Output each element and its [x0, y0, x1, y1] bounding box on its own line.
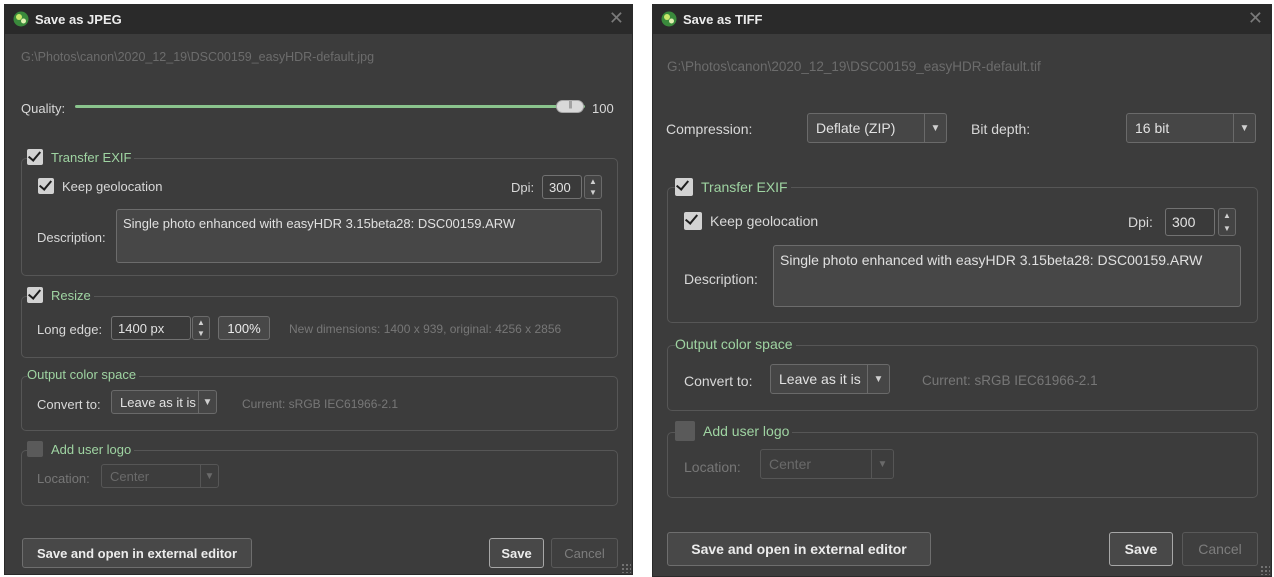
chevron-down-icon: ▼	[1233, 114, 1255, 142]
save-button[interactable]: Save	[1109, 532, 1173, 566]
dialog-title: Save as TIFF	[683, 12, 763, 27]
save-and-open-external-button[interactable]: Save and open in external editor	[22, 538, 252, 568]
resize-grip-icon[interactable]	[621, 563, 631, 573]
user-logo-label: Add user logo	[51, 441, 132, 457]
checkbox-unchecked-icon	[27, 441, 43, 457]
keep-geolocation-checkbox[interactable]: Keep geolocation	[684, 212, 821, 230]
save-tiff-dialog: Save as TIFF ✕ G:\Photos\canon\2020_12_1…	[652, 4, 1272, 577]
dimensions-info: New dimensions: 1400 x 939, original: 42…	[289, 322, 562, 336]
location-value: Center	[769, 456, 812, 472]
title-bar[interactable]: Save as JPEG ✕	[5, 5, 632, 34]
check-icon	[684, 212, 702, 230]
bit-depth-label: Bit depth:	[971, 121, 1031, 137]
description-label: Description:	[37, 230, 106, 245]
check-icon	[38, 178, 54, 194]
output-color-space-legend: Output color space	[675, 336, 796, 352]
chevron-down-icon: ▼	[200, 465, 218, 487]
user-logo-checkbox[interactable]: Add user logo	[675, 421, 793, 441]
chevron-down-icon: ▼	[871, 450, 893, 478]
location-select[interactable]: Center ▼	[760, 449, 894, 479]
description-textarea[interactable]: Single photo enhanced with easyHDR 3.15b…	[116, 209, 602, 263]
compression-label: Compression:	[666, 121, 753, 137]
convert-to-value: Leave as it is	[120, 395, 196, 410]
convert-to-select[interactable]: Leave as it is ▼	[111, 390, 217, 414]
chevron-down-icon: ▼	[198, 391, 216, 413]
keep-geolocation-label: Keep geolocation	[710, 213, 819, 229]
checkbox-unchecked-icon	[675, 421, 695, 441]
location-label: Location:	[37, 471, 90, 486]
cancel-button[interactable]: Cancel	[1182, 532, 1258, 566]
compression-select[interactable]: Deflate (ZIP) ▼	[807, 113, 947, 143]
chevron-down-icon: ▼	[867, 365, 889, 393]
convert-to-label: Convert to:	[684, 373, 753, 389]
bit-depth-value: 16 bit	[1135, 120, 1170, 136]
resize-grip-icon[interactable]	[1260, 565, 1270, 575]
resize-checkbox[interactable]: Resize	[27, 287, 94, 303]
output-color-space-label: Output color space	[675, 336, 793, 352]
output-color-space-legend: Output color space	[27, 367, 140, 382]
bit-depth-select[interactable]: 16 bit ▼	[1126, 113, 1256, 143]
dpi-spin-arrows-icon[interactable]: ▲ ▼	[1218, 208, 1236, 236]
convert-to-select[interactable]: Leave as it is ▼	[770, 364, 890, 394]
file-path: G:\Photos\canon\2020_12_19\DSC00159_easy…	[21, 50, 375, 64]
dpi-input[interactable]: 300	[1165, 208, 1215, 236]
quality-value: 100	[592, 101, 614, 116]
user-logo-checkbox[interactable]: Add user logo	[27, 441, 135, 457]
user-logo-label: Add user logo	[703, 423, 790, 439]
location-value: Center	[110, 469, 150, 484]
long-edge-input[interactable]: 1400 px	[111, 316, 191, 340]
description-label: Description:	[684, 271, 758, 287]
dialog-title: Save as JPEG	[35, 12, 122, 27]
check-icon	[675, 178, 693, 196]
transfer-exif-checkbox[interactable]: Transfer EXIF	[675, 178, 791, 196]
transfer-exif-checkbox[interactable]: Transfer EXIF	[27, 149, 135, 165]
easyhdr-app-icon	[13, 11, 29, 27]
cancel-button[interactable]: Cancel	[551, 538, 618, 568]
keep-geolocation-label: Keep geolocation	[62, 178, 163, 194]
check-icon	[27, 149, 43, 165]
transfer-exif-label: Transfer EXIF	[51, 149, 132, 165]
slider-track[interactable]	[75, 105, 585, 108]
chevron-down-icon: ▼	[924, 114, 946, 142]
save-jpeg-dialog: Save as JPEG ✕ G:\Photos\canon\2020_12_1…	[4, 4, 633, 575]
close-icon[interactable]: ✕	[609, 8, 624, 29]
dpi-spin-arrows-icon[interactable]: ▲ ▼	[584, 175, 602, 199]
description-textarea[interactable]: Single photo enhanced with easyHDR 3.15b…	[773, 245, 1241, 307]
compression-value: Deflate (ZIP)	[816, 120, 896, 136]
location-select[interactable]: Center ▼	[101, 464, 219, 488]
transfer-exif-label: Transfer EXIF	[701, 179, 788, 195]
user-logo-group	[667, 432, 1258, 498]
location-label: Location:	[684, 459, 741, 475]
convert-to-label: Convert to:	[37, 397, 101, 412]
check-icon	[27, 287, 43, 303]
title-bar[interactable]: Save as TIFF ✕	[653, 5, 1271, 34]
dpi-input[interactable]: 300	[542, 175, 582, 199]
slider-handle[interactable]	[556, 100, 584, 113]
output-color-space-label: Output color space	[27, 367, 137, 382]
long-edge-label: Long edge:	[37, 322, 103, 337]
keep-geolocation-checkbox[interactable]: Keep geolocation	[38, 178, 165, 194]
quality-label: Quality:	[21, 101, 66, 116]
close-icon[interactable]: ✕	[1248, 8, 1263, 29]
current-color-space: Current: sRGB IEC61966-2.1	[242, 397, 399, 411]
save-button[interactable]: Save	[489, 538, 544, 568]
save-and-open-external-button[interactable]: Save and open in external editor	[667, 532, 931, 566]
percent-button[interactable]: 100%	[218, 316, 270, 340]
dpi-label: Dpi:	[511, 180, 535, 195]
long-edge-spin-arrows-icon[interactable]: ▲ ▼	[192, 316, 210, 340]
convert-to-value: Leave as it is	[779, 371, 861, 387]
file-path: G:\Photos\canon\2020_12_19\DSC00159_easy…	[667, 59, 1041, 74]
resize-label: Resize	[51, 287, 91, 303]
current-color-space: Current: sRGB IEC61966-2.1	[922, 373, 1098, 388]
dpi-label: Dpi:	[1128, 214, 1153, 230]
easyhdr-app-icon	[661, 11, 677, 27]
